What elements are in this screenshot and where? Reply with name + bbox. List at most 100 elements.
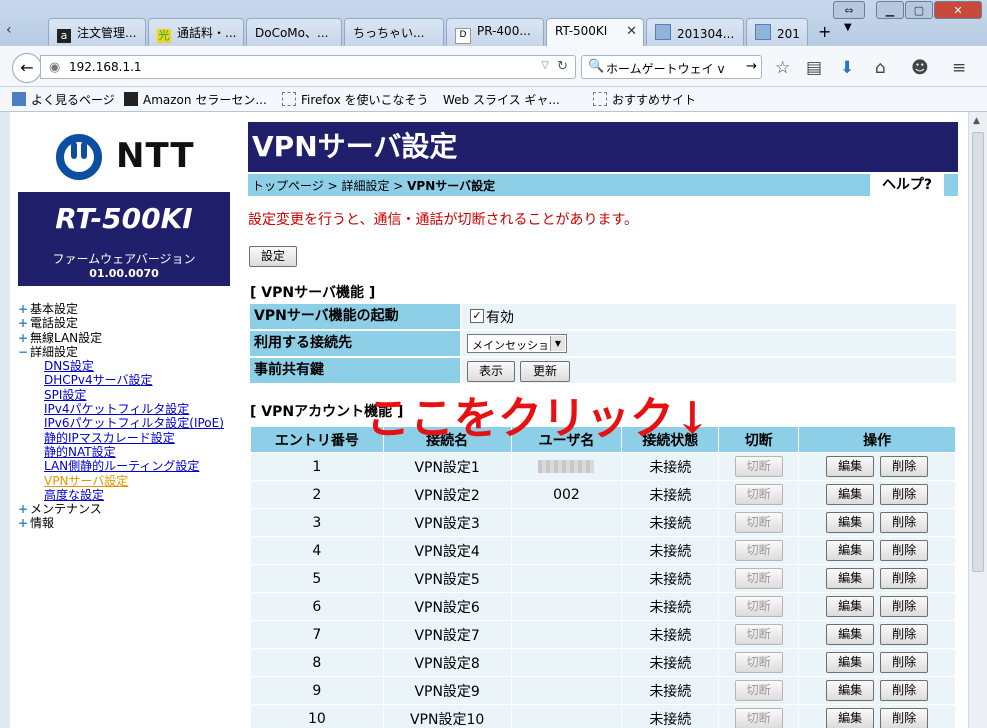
edit-button[interactable]: 編集	[826, 568, 875, 589]
disconnect-button[interactable]: 切断	[734, 708, 783, 728]
tab-3[interactable]: DoCoMo、...	[246, 18, 342, 46]
bookmark-recommended[interactable]: おすすめサイト	[593, 91, 696, 108]
delete-button[interactable]: 削除	[880, 596, 929, 617]
search-go-icon[interactable]: →	[746, 59, 757, 74]
bookmark-web-slice[interactable]: Web スライス ギャ...	[443, 91, 560, 108]
settings-button[interactable]: 設定	[249, 246, 297, 267]
disconnect-button[interactable]: 切断	[734, 512, 783, 533]
menu-ipv4-filter[interactable]: IPv4パケットフィルタ設定	[44, 402, 189, 416]
delete-button[interactable]: 削除	[880, 708, 929, 728]
url-dropdown-icon[interactable]: ▽	[541, 60, 549, 71]
disconnect-button[interactable]: 切断	[734, 484, 783, 505]
address-bar[interactable]: ◉ 192.168.1.1 ▽ ↻	[40, 55, 576, 79]
delete-button[interactable]: 削除	[880, 456, 929, 477]
disconnect-button[interactable]: 切断	[734, 456, 783, 477]
delete-button[interactable]: 削除	[880, 568, 929, 589]
menu-wireless-lan[interactable]: + 無線LAN設定	[18, 331, 224, 345]
disconnect-button[interactable]: 切断	[734, 624, 783, 645]
menu-ipv6-filter[interactable]: IPv6パケットフィルタ設定(IPoE)	[44, 416, 224, 430]
edit-button[interactable]: 編集	[826, 456, 875, 477]
delete-button[interactable]: 削除	[880, 652, 929, 673]
menu-label: 情報	[30, 516, 55, 531]
menu-basic-settings[interactable]: + 基本設定	[18, 302, 224, 316]
col-header-operations: 操作	[798, 426, 956, 453]
edit-button[interactable]: 編集	[826, 596, 875, 617]
delete-button[interactable]: 削除	[880, 540, 929, 561]
menu-advanced-settings[interactable]: − 詳細設定	[18, 345, 224, 359]
menu-dns[interactable]: DNS設定	[44, 359, 94, 373]
bookmark-firefox[interactable]: Firefox を使いこなそう	[282, 91, 429, 108]
delete-button[interactable]: 削除	[880, 484, 929, 505]
menu-maintenance[interactable]: + メンテナンス	[18, 502, 224, 516]
menu-icon[interactable]: ≡	[952, 58, 966, 78]
tab-scroll-left-icon[interactable]: ‹	[6, 22, 12, 38]
bookmarks-menu-icon[interactable]: ▤	[806, 58, 822, 78]
edit-button[interactable]: 編集	[826, 540, 875, 561]
entry-number: 10	[250, 704, 384, 728]
search-box[interactable]: 🔍 ホームゲートウェイ v →	[581, 55, 762, 79]
reload-icon[interactable]: ↻	[557, 59, 568, 74]
disconnect-button[interactable]: 切断	[734, 540, 783, 561]
feedback-icon[interactable]: ☻	[911, 58, 929, 78]
menu-spi[interactable]: SPI設定	[44, 388, 86, 402]
edit-button[interactable]: 編集	[826, 708, 875, 728]
tab-6-active[interactable]: RT-500KI ✕	[546, 18, 644, 47]
connection-name: VPN設定9	[382, 676, 512, 705]
scroll-up-icon[interactable]: ▲	[973, 116, 980, 126]
edit-button[interactable]: 編集	[826, 484, 875, 505]
menu-info[interactable]: + 情報	[18, 516, 224, 530]
bookmark-amazon[interactable]: Amazon セラーセン...	[124, 91, 267, 108]
disconnect-button[interactable]: 切断	[734, 680, 783, 701]
maximize-icon[interactable]: ▢	[905, 1, 933, 19]
menu-lan-static-routing[interactable]: LAN側静的ルーティング設定	[44, 459, 199, 473]
connection-name: VPN設定2	[382, 480, 512, 509]
tab-7[interactable]: 201304...	[646, 18, 744, 46]
scrollbar-thumb[interactable]	[972, 132, 984, 572]
disconnect-button[interactable]: 切断	[734, 568, 783, 589]
disconnect-button[interactable]: 切断	[734, 596, 783, 617]
back-button[interactable]: ←	[12, 53, 42, 83]
search-engine-icon[interactable]: 🔍	[588, 59, 604, 74]
help-link[interactable]: ヘルプ?	[870, 174, 944, 196]
bookmark-most-visited[interactable]: よく見るページ	[12, 91, 115, 108]
edit-button[interactable]: 編集	[826, 652, 875, 673]
delete-button[interactable]: 削除	[880, 512, 929, 533]
disconnect-button[interactable]: 切断	[734, 652, 783, 673]
window-close-icon[interactable]: ✕	[934, 1, 982, 19]
menu-phone-settings[interactable]: + 電話設定	[18, 316, 224, 330]
update-key-button[interactable]: 更新	[520, 361, 570, 382]
expand-icon: +	[18, 330, 29, 345]
tab-label: 通話料・...	[177, 26, 237, 40]
menu-vpn-server[interactable]: VPNサーバ設定	[44, 474, 128, 488]
close-tab-icon[interactable]: ✕	[626, 24, 637, 39]
menu-static-ip-masquerade[interactable]: 静的IPマスカレード設定	[44, 431, 175, 445]
menu-static-nat[interactable]: 静的NAT設定	[44, 445, 116, 459]
tab-8[interactable]: 201	[746, 18, 808, 46]
new-tab-icon[interactable]: +	[818, 22, 831, 41]
minimize-icon[interactable]: ▁	[876, 1, 904, 19]
tab-2[interactable]: 光通話料・...	[148, 18, 244, 46]
edit-button[interactable]: 編集	[826, 512, 875, 533]
edit-button[interactable]: 編集	[826, 680, 875, 701]
tab-4[interactable]: ちっちゃい...	[344, 18, 444, 46]
delete-button[interactable]: 削除	[880, 680, 929, 701]
disconnect-cell: 切断	[718, 452, 800, 481]
tab-5[interactable]: D PR-400...	[446, 18, 544, 46]
vpn-enable-checkbox[interactable]: ✓	[470, 309, 484, 323]
connection-target-select[interactable]: メインセッション ▼	[467, 334, 567, 353]
page-icon: D	[455, 28, 471, 44]
edit-button[interactable]: 編集	[826, 624, 875, 645]
show-key-button[interactable]: 表示	[467, 361, 515, 382]
operations-cell: 編集 削除	[798, 508, 956, 537]
tab-1[interactable]: a 注文管理...	[48, 18, 146, 46]
restore-icon[interactable]: ⇔	[833, 1, 865, 19]
delete-button[interactable]: 削除	[880, 624, 929, 645]
bookmark-star-icon[interactable]: ☆	[775, 58, 790, 78]
vertical-scrollbar[interactable]: ▲	[968, 112, 987, 728]
vpn-enable-value-cell: ✓ 有効	[462, 304, 956, 329]
menu-dhcpv4[interactable]: DHCPv4サーバ設定	[44, 373, 153, 387]
list-all-tabs-icon[interactable]: ▼	[844, 22, 852, 33]
downloads-icon[interactable]: ⬇	[840, 58, 854, 78]
menu-advanced[interactable]: 高度な設定	[44, 488, 104, 502]
home-icon[interactable]: ⌂	[875, 58, 886, 78]
